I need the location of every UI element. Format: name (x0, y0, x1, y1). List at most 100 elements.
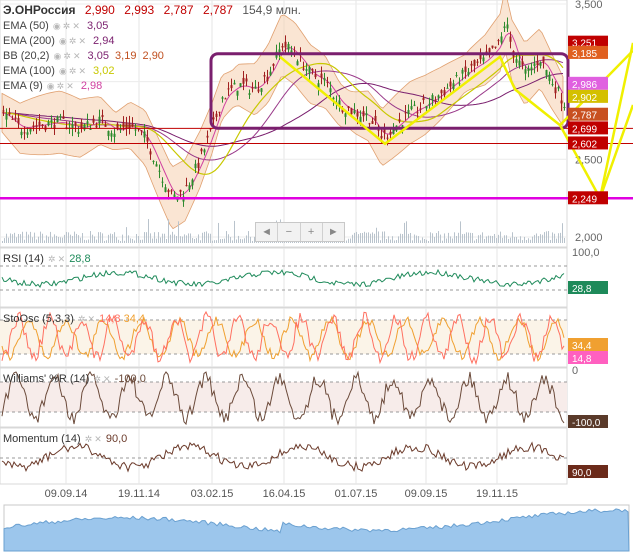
gear-icon[interactable]: ✲ (78, 314, 86, 324)
gear-icon[interactable]: ✲ (94, 374, 102, 384)
close-icon[interactable]: ✕ (88, 314, 96, 324)
volume-bar (112, 234, 113, 243)
volume-bar (84, 239, 85, 243)
gear-icon[interactable]: ✲ (85, 434, 93, 444)
eye-icon[interactable]: ◉ (53, 21, 61, 31)
candle-body (134, 129, 137, 131)
candle-body (515, 59, 518, 63)
volume-bar (492, 236, 493, 243)
candle-body (320, 73, 323, 78)
volume-bar (252, 240, 253, 243)
williams-legend[interactable]: Williams' %R (14) ✲ ✕ -100,0 (3, 373, 146, 385)
legend-ema9[interactable]: EMA (9) ◉ ✲ ✕ 2,98 (3, 79, 102, 94)
candle-body (362, 111, 365, 117)
price-badge-label: 2,249 (572, 194, 597, 205)
gear-icon[interactable]: ✲ (63, 51, 71, 61)
volume-bar (192, 238, 193, 243)
candle-body (188, 185, 191, 190)
volume-bar (232, 240, 233, 243)
volume-bar (374, 233, 375, 243)
candle-body (170, 190, 173, 192)
volume-bar (98, 232, 99, 243)
eye-icon[interactable]: ◉ (47, 81, 55, 91)
volume-bar (386, 239, 387, 243)
close-icon[interactable]: ✕ (73, 51, 81, 61)
zoom-out-button[interactable]: − (278, 223, 301, 241)
volume-bar (120, 240, 121, 243)
volume-bar (446, 238, 447, 243)
candle-body (146, 137, 149, 142)
volume-bar (92, 234, 93, 243)
eye-icon[interactable]: ◉ (54, 51, 62, 61)
volume-bar (208, 233, 209, 243)
volume-bar (244, 238, 245, 243)
momentum-legend[interactable]: Momentum (14) ✲ ✕ 90,0 (3, 433, 127, 445)
zoom-in-button[interactable]: + (301, 223, 323, 241)
volume-bar (540, 234, 541, 243)
volume-bar (528, 238, 529, 243)
volume-bar (66, 231, 67, 243)
close-icon[interactable]: ✕ (72, 21, 80, 31)
volume-bar (186, 235, 187, 243)
candle-body (356, 112, 359, 117)
volume-bar (458, 232, 459, 243)
rsi-legend[interactable]: RSI (14) ✲ ✕ 28,8 (3, 253, 91, 265)
volume-bar (206, 231, 207, 243)
legend-ema100[interactable]: EMA (100) ◉ ✲ ✕ 3,02 (3, 64, 114, 79)
close-icon[interactable]: ✕ (103, 374, 111, 384)
candle-body (173, 194, 176, 198)
volume-bar (558, 233, 559, 243)
volume-bar (438, 231, 439, 243)
volume-bar (118, 239, 119, 243)
volume-bar (400, 233, 401, 243)
gear-icon[interactable]: ✲ (69, 36, 77, 46)
candle-body (374, 115, 377, 121)
gear-icon[interactable]: ✲ (69, 66, 77, 76)
volume-bar (190, 233, 191, 243)
volume-bar (88, 239, 89, 243)
gear-icon[interactable]: ✲ (48, 254, 56, 264)
gear-icon[interactable]: ✲ (57, 81, 65, 91)
legend-bb[interactable]: BB (20,2) ◉ ✲ ✕ 3,05 3,19 2,90 (3, 49, 164, 64)
volume-bar (416, 235, 417, 243)
volume-bar (130, 238, 131, 243)
volume-bar (2, 240, 3, 243)
volume-bar (422, 237, 423, 243)
volume-bar (86, 240, 87, 243)
volume-bar (494, 233, 495, 243)
legend-ema200[interactable]: EMA (200) ◉ ✲ ✕ 2,94 (3, 34, 114, 49)
close-icon[interactable]: ✕ (78, 36, 86, 46)
chart-stage: 3,5003,0002,5002,0003,2513,1852,9862,902… (0, 0, 633, 552)
volume-bar (56, 235, 57, 243)
close-icon[interactable]: ✕ (58, 254, 66, 264)
scroll-right-button[interactable]: ► (323, 223, 344, 241)
candle-body (440, 90, 443, 94)
candle-body (101, 114, 104, 118)
close-icon[interactable]: ✕ (66, 81, 74, 91)
x-axis-label: 19.11.15 (476, 488, 518, 500)
volume-bar (452, 238, 453, 243)
gear-icon[interactable]: ✲ (63, 21, 71, 31)
volume-bar (430, 232, 431, 243)
candle-body (107, 130, 110, 137)
volume-bar (238, 235, 239, 243)
volume-bar (242, 239, 243, 243)
candle-body (41, 124, 44, 127)
eye-icon[interactable]: ◉ (59, 36, 67, 46)
volume-bar (174, 234, 175, 243)
close-icon[interactable]: ✕ (78, 66, 86, 76)
scroll-left-button[interactable]: ◄ (256, 223, 279, 241)
close-icon[interactable]: ✕ (94, 434, 102, 444)
volume-bar (42, 233, 43, 243)
candle-body (314, 74, 317, 78)
legend-ema50[interactable]: EMA (50) ◉ ✲ ✕ 3,05 (3, 19, 108, 34)
volume-bar (132, 238, 133, 243)
candle-body (62, 116, 65, 119)
volume-bar (240, 238, 241, 243)
stoch-legend[interactable]: StoOsc (5,3,3) ✲ ✕ 14,8 34,4 (3, 313, 145, 325)
volume-bar (404, 222, 405, 243)
zoom-controls: ◄ − + ► (255, 222, 345, 242)
volume-bar (196, 238, 197, 243)
volume-bar (534, 234, 535, 243)
eye-icon[interactable]: ◉ (59, 66, 67, 76)
